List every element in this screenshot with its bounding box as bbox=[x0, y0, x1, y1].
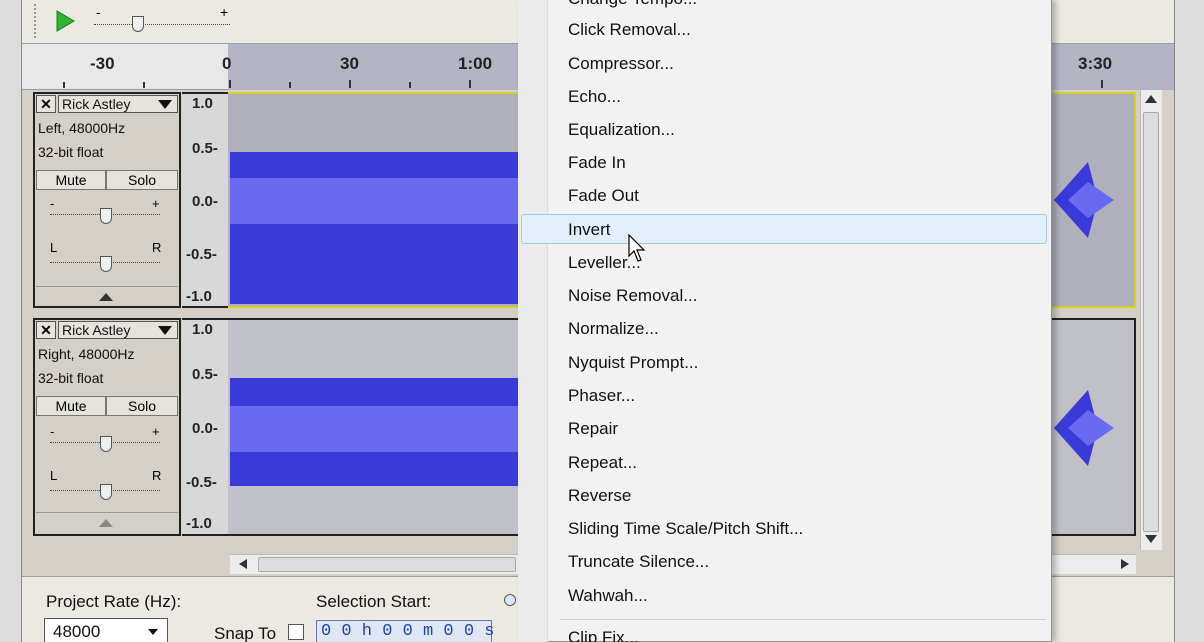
snap-to-label: Snap To bbox=[214, 624, 277, 642]
track-format-info: 32-bit float bbox=[38, 370, 104, 386]
mute-button[interactable]: Mute bbox=[36, 170, 106, 190]
menu-item-normalize[interactable]: Normalize... bbox=[568, 319, 659, 339]
track-name: Rick Astley bbox=[62, 96, 131, 112]
project-rate-label: Project Rate (Hz): bbox=[46, 592, 182, 611]
pan-left-label: L bbox=[50, 468, 58, 483]
project-rate-value: 48000 bbox=[53, 622, 101, 641]
amplitude-label: 0.0- bbox=[192, 193, 218, 210]
amplitude-label: -1.0 bbox=[186, 288, 212, 305]
gain-plus-label: + bbox=[152, 196, 160, 211]
amplitude-label: 0.5- bbox=[192, 366, 218, 383]
selection-start-label: Selection Start: bbox=[316, 592, 432, 611]
track-name-menu[interactable]: Rick Astley bbox=[58, 95, 178, 113]
menu-icon-gutter bbox=[518, 0, 548, 642]
gain-slider[interactable]: - + bbox=[44, 424, 168, 460]
track-format-info: 32-bit float bbox=[38, 144, 104, 160]
triangle-up-icon bbox=[99, 293, 113, 301]
pan-slider[interactable]: L R bbox=[44, 468, 168, 504]
amplitude-label: 1.0 bbox=[192, 321, 213, 338]
menu-item-fade-in[interactable]: Fade In bbox=[568, 153, 626, 173]
menu-item-equalization[interactable]: Equalization... bbox=[568, 120, 675, 140]
pan-slider-thumb[interactable] bbox=[100, 256, 112, 272]
scroll-down-icon[interactable] bbox=[1144, 534, 1158, 544]
ruler-label: 0 bbox=[222, 54, 232, 73]
solo-button[interactable]: Solo bbox=[106, 396, 178, 416]
play-button[interactable] bbox=[50, 8, 80, 34]
project-rate-select[interactable]: 48000 bbox=[44, 618, 168, 642]
menu-item-compressor[interactable]: Compressor... bbox=[568, 54, 674, 74]
pan-slider[interactable]: L R bbox=[44, 240, 168, 276]
amplitude-label: 1.0 bbox=[192, 95, 213, 112]
snap-to-checkbox[interactable] bbox=[288, 624, 304, 640]
menu-item-change-tempo[interactable]: Change Tempo... bbox=[568, 0, 697, 9]
menu-item-sliding-time-scale[interactable]: Sliding Time Scale/Pitch Shift... bbox=[568, 519, 803, 539]
window-right-edge bbox=[1174, 0, 1204, 642]
chevron-down-icon bbox=[158, 326, 172, 335]
playback-speed-slider[interactable]: - + bbox=[92, 4, 236, 36]
menu-item-truncate-silence[interactable]: Truncate Silence... bbox=[568, 552, 709, 572]
slider-thumb[interactable] bbox=[132, 16, 144, 32]
scroll-left-icon[interactable] bbox=[238, 558, 248, 570]
amplitude-label: 0.0- bbox=[192, 420, 218, 437]
gain-minus-label: - bbox=[50, 424, 55, 439]
track-close-button[interactable]: ✕ bbox=[36, 321, 56, 339]
scroll-right-icon[interactable] bbox=[1120, 558, 1130, 570]
track-close-button[interactable]: ✕ bbox=[36, 95, 56, 113]
gain-plus-label: + bbox=[152, 424, 160, 439]
mute-button[interactable]: Mute bbox=[36, 396, 106, 416]
toolbar-grip[interactable] bbox=[34, 4, 40, 38]
collapse-track-button[interactable] bbox=[36, 512, 178, 532]
menu-item-reverse[interactable]: Reverse bbox=[568, 486, 631, 506]
amplitude-label: -0.5- bbox=[186, 246, 217, 263]
track-name-menu[interactable]: Rick Astley bbox=[58, 321, 178, 339]
hscrollbar-thumb[interactable] bbox=[258, 557, 516, 572]
solo-button[interactable]: Solo bbox=[106, 170, 178, 190]
gain-minus-label: - bbox=[50, 196, 55, 211]
menu-item-fade-out[interactable]: Fade Out bbox=[568, 186, 639, 206]
ruler-label: -30 bbox=[90, 54, 115, 73]
menu-item-wahwah[interactable]: Wahwah... bbox=[568, 586, 648, 606]
menu-item-click-removal[interactable]: Click Removal... bbox=[568, 20, 691, 40]
gain-slider-thumb[interactable] bbox=[100, 208, 112, 224]
menu-item-nyquist-prompt[interactable]: Nyquist Prompt... bbox=[568, 353, 698, 373]
gain-slider[interactable]: - + bbox=[44, 196, 168, 232]
selection-start-field[interactable]: 0 0 h 0 0 m 0 0 s bbox=[316, 620, 494, 642]
collapse-track-button[interactable] bbox=[36, 286, 178, 306]
pan-slider-thumb[interactable] bbox=[100, 484, 112, 500]
slider-track bbox=[94, 24, 230, 25]
scroll-up-icon[interactable] bbox=[1144, 94, 1158, 104]
gain-slider-thumb[interactable] bbox=[100, 436, 112, 452]
menu-item-clip-fix[interactable]: Clip Fix... bbox=[568, 628, 639, 642]
slider-max-label: + bbox=[220, 4, 229, 20]
track-channel-info: Left, 48000Hz bbox=[38, 120, 126, 136]
selection-mode-radio[interactable] bbox=[504, 594, 516, 606]
chevron-down-icon bbox=[158, 100, 172, 109]
amplitude-label: 0.5- bbox=[192, 140, 218, 157]
menu-item-noise-removal[interactable]: Noise Removal... bbox=[568, 286, 697, 306]
menu-separator bbox=[560, 619, 1046, 620]
track-name: Rick Astley bbox=[62, 322, 131, 338]
slider-min-label: - bbox=[96, 4, 101, 20]
ruler-label: 1:00 bbox=[458, 54, 493, 73]
amplitude-label: -1.0 bbox=[186, 515, 212, 532]
menu-item-repair[interactable]: Repair bbox=[568, 419, 618, 439]
ruler-label: 30 bbox=[340, 54, 359, 73]
amplitude-label: -0.5- bbox=[186, 474, 217, 491]
window-left-edge bbox=[0, 0, 22, 642]
triangle-up-icon bbox=[99, 519, 113, 527]
track-channel-info: Right, 48000Hz bbox=[38, 346, 135, 362]
menu-item-phaser[interactable]: Phaser... bbox=[568, 386, 635, 406]
chevron-down-icon bbox=[148, 629, 158, 635]
menu-item-repeat[interactable]: Repeat... bbox=[568, 453, 637, 473]
menu-item-invert[interactable]: Invert bbox=[568, 220, 611, 240]
pan-right-label: R bbox=[152, 240, 162, 255]
pan-right-label: R bbox=[152, 468, 162, 483]
pan-left-label: L bbox=[50, 240, 58, 255]
ruler-label: 3:30 bbox=[1078, 54, 1113, 73]
mouse-cursor-icon bbox=[628, 234, 646, 262]
play-icon bbox=[56, 10, 75, 32]
menu-item-echo[interactable]: Echo... bbox=[568, 87, 621, 107]
scrollbar-thumb[interactable] bbox=[1143, 112, 1159, 532]
